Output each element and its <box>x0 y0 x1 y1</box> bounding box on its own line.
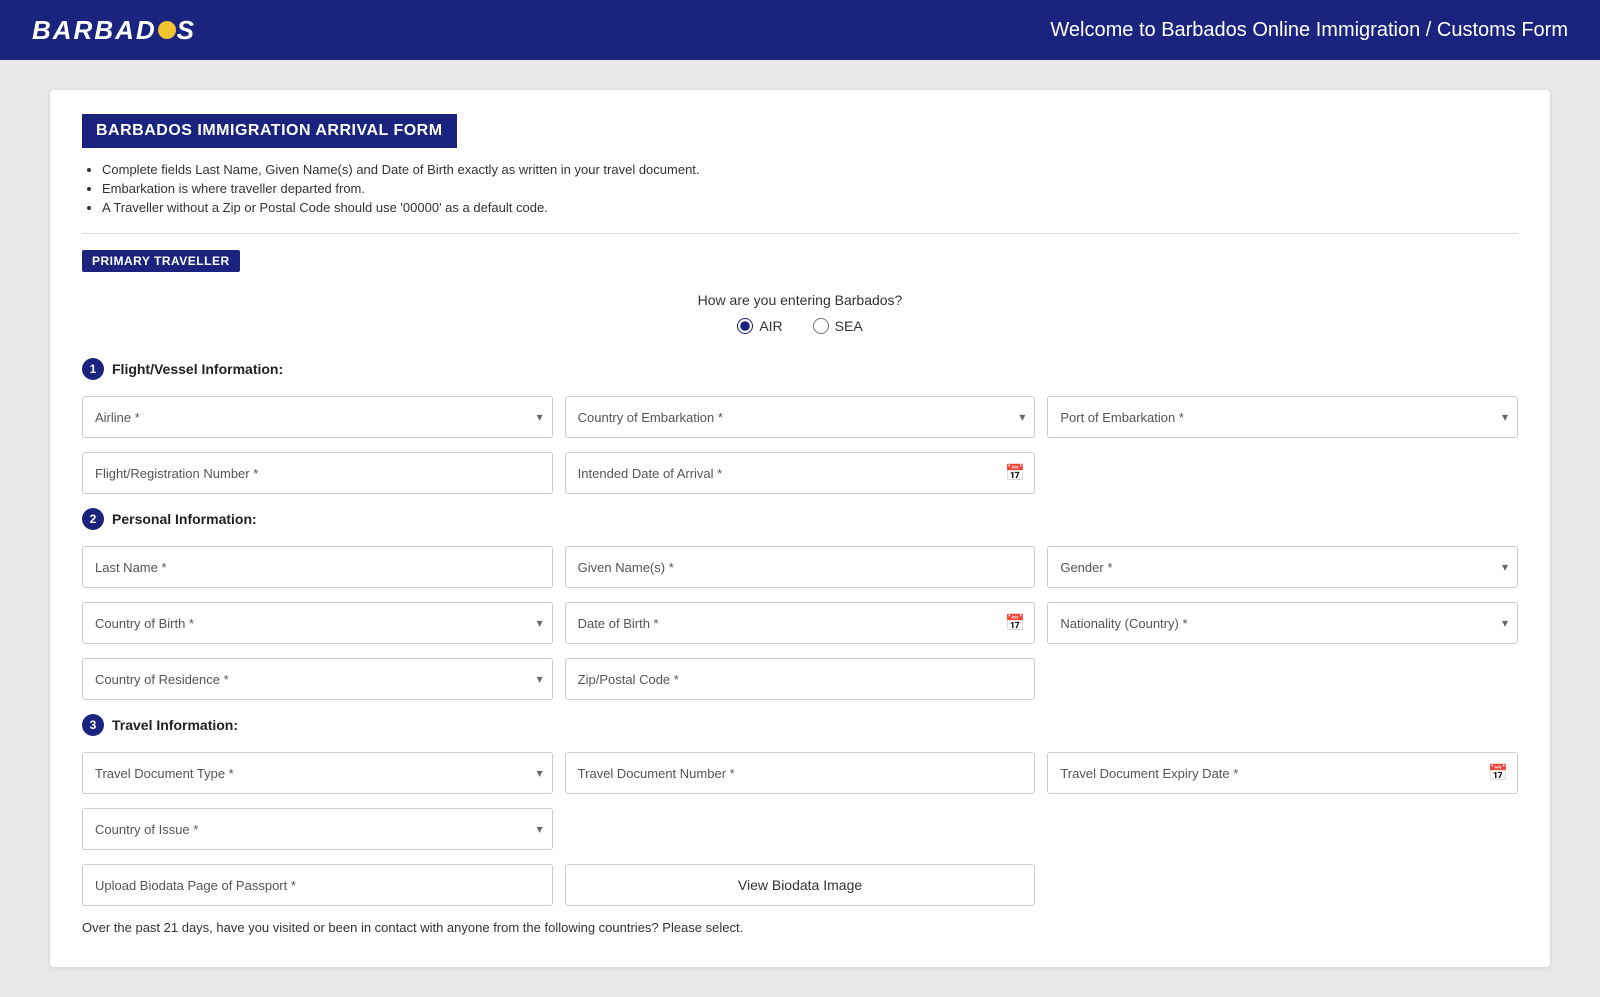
travel-row-1: Travel Document Type * 📅 <box>82 752 1518 794</box>
sea-radio-label[interactable]: SEA <box>813 318 863 334</box>
air-label: AIR <box>759 318 782 334</box>
flight-row-1: Airline * Country of Embarkation * Port … <box>82 396 1518 438</box>
personal-row-3: Country of Residence * <box>82 658 1518 700</box>
country-issue-select[interactable]: Country of Issue * <box>82 808 553 850</box>
empty-col-5 <box>1047 864 1518 906</box>
zip-field-wrapper <box>565 658 1036 700</box>
view-biodata-btn-wrapper: View Biodata Image <box>565 864 1036 906</box>
page-body: BARBADOS IMMIGRATION ARRIVAL FORM Comple… <box>0 60 1600 997</box>
doc-type-select[interactable]: Travel Document Type * <box>82 752 553 794</box>
empty-col-3 <box>565 808 1036 850</box>
instruction-2: Embarkation is where traveller departed … <box>102 181 1518 196</box>
flight-section-label: Flight/Vessel Information: <box>112 361 283 377</box>
country-issue-field-wrapper: Country of Issue * <box>82 808 553 850</box>
port-embarkation-field-wrapper: Port of Embarkation * <box>1047 396 1518 438</box>
empty-col-4 <box>1047 808 1518 850</box>
logo: BARBADS <box>32 15 196 46</box>
view-biodata-button[interactable]: View Biodata Image <box>565 864 1036 906</box>
travel-row-3: View Biodata Image <box>82 864 1518 906</box>
doc-number-field-wrapper <box>565 752 1036 794</box>
upload-biodata-field-wrapper <box>82 864 553 906</box>
date-birth-field-wrapper: 📅 <box>565 602 1036 644</box>
instruction-1: Complete fields Last Name, Given Name(s)… <box>102 162 1518 177</box>
country-birth-field-wrapper: Country of Birth * <box>82 602 553 644</box>
country-embarkation-select[interactable]: Country of Embarkation * <box>565 396 1036 438</box>
entry-mode-container: How are you entering Barbados? AIR SEA <box>82 292 1518 334</box>
country-embarkation-field-wrapper: Country of Embarkation * <box>565 396 1036 438</box>
flight-registration-input[interactable] <box>82 452 553 494</box>
instruction-3: A Traveller without a Zip or Postal Code… <box>102 200 1518 215</box>
air-radio[interactable] <box>737 318 753 334</box>
doc-type-field-wrapper: Travel Document Type * <box>82 752 553 794</box>
air-radio-label[interactable]: AIR <box>737 318 782 334</box>
doc-expiry-input[interactable] <box>1047 752 1518 794</box>
upload-biodata-input[interactable] <box>82 864 553 906</box>
empty-col-2 <box>1047 658 1518 700</box>
country-residence-select[interactable]: Country of Residence * <box>82 658 553 700</box>
zip-input[interactable] <box>565 658 1036 700</box>
given-names-input[interactable] <box>565 546 1036 588</box>
country-residence-field-wrapper: Country of Residence * <box>82 658 553 700</box>
divider-1 <box>82 233 1518 234</box>
travel-section-header: 3 Travel Information: <box>82 714 1518 736</box>
header-title: Welcome to Barbados Online Immigration /… <box>1050 19 1568 42</box>
gender-select[interactable]: Gender * <box>1047 546 1518 588</box>
airline-field-wrapper: Airline * <box>82 396 553 438</box>
nationality-select[interactable]: Nationality (Country) * <box>1047 602 1518 644</box>
primary-traveller-badge: PRIMARY TRAVELLER <box>82 250 240 272</box>
form-card: BARBADOS IMMIGRATION ARRIVAL FORM Comple… <box>50 90 1550 967</box>
sea-radio[interactable] <box>813 318 829 334</box>
travel-row-2: Country of Issue * <box>82 808 1518 850</box>
flight-section-header: 1 Flight/Vessel Information: <box>82 358 1518 380</box>
intended-arrival-input[interactable] <box>565 452 1036 494</box>
personal-row-1: Gender * <box>82 546 1518 588</box>
travel-section-num: 3 <box>82 714 104 736</box>
form-title: BARBADOS IMMIGRATION ARRIVAL FORM <box>82 114 457 148</box>
instructions-list: Complete fields Last Name, Given Name(s)… <box>82 162 1518 215</box>
empty-col-1 <box>1047 452 1518 494</box>
bottom-note: Over the past 21 days, have you visited … <box>82 920 1518 935</box>
airline-select[interactable]: Airline * <box>82 396 553 438</box>
doc-expiry-field-wrapper: 📅 <box>1047 752 1518 794</box>
given-names-field-wrapper <box>565 546 1036 588</box>
flight-reg-field-wrapper <box>82 452 553 494</box>
personal-row-2: Country of Birth * 📅 Nationality (Countr… <box>82 602 1518 644</box>
intended-arrival-field-wrapper: 📅 <box>565 452 1036 494</box>
flight-row-2: 📅 <box>82 452 1518 494</box>
sun-icon <box>158 21 176 39</box>
header: BARBADS Welcome to Barbados Online Immig… <box>0 0 1600 60</box>
nationality-field-wrapper: Nationality (Country) * <box>1047 602 1518 644</box>
personal-section-header: 2 Personal Information: <box>82 508 1518 530</box>
country-birth-select[interactable]: Country of Birth * <box>82 602 553 644</box>
last-name-input[interactable] <box>82 546 553 588</box>
flight-section-num: 1 <box>82 358 104 380</box>
last-name-field-wrapper <box>82 546 553 588</box>
entry-mode-radio-group: AIR SEA <box>82 318 1518 334</box>
gender-field-wrapper: Gender * <box>1047 546 1518 588</box>
sea-label: SEA <box>835 318 863 334</box>
date-birth-input[interactable] <box>565 602 1036 644</box>
port-embarkation-select[interactable]: Port of Embarkation * <box>1047 396 1518 438</box>
entry-mode-question: How are you entering Barbados? <box>82 292 1518 308</box>
doc-number-input[interactable] <box>565 752 1036 794</box>
travel-section-label: Travel Information: <box>112 717 238 733</box>
personal-section-label: Personal Information: <box>112 511 257 527</box>
personal-section-num: 2 <box>82 508 104 530</box>
